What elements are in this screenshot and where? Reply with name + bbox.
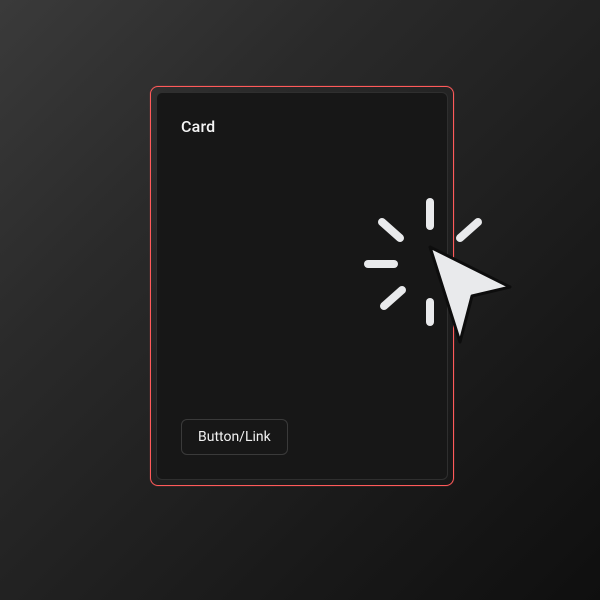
card-title: Card bbox=[181, 117, 423, 136]
card[interactable]: Card Button/Link bbox=[156, 92, 448, 480]
card-button-link[interactable]: Button/Link bbox=[181, 419, 288, 455]
